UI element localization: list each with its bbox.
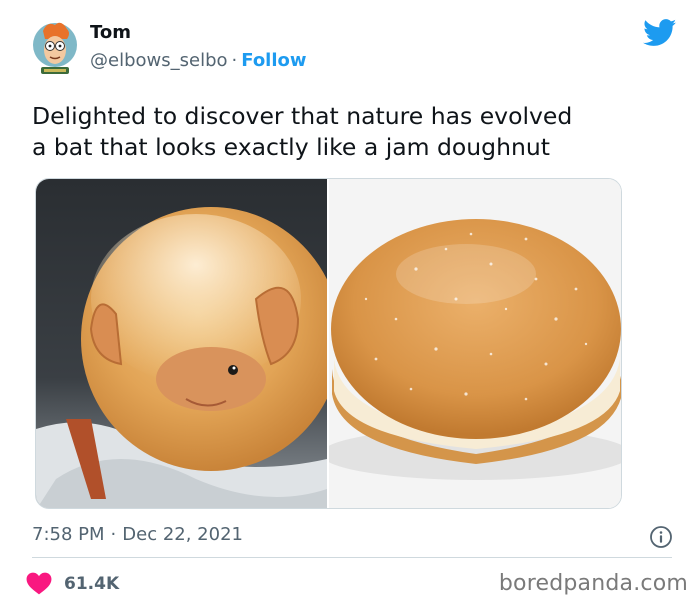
info-icon[interactable]: [649, 525, 673, 549]
author-handle-row: @elbows_selbo · Follow: [90, 50, 307, 71]
tweet-date[interactable]: Dec 22, 2021: [122, 524, 243, 545]
follow-button[interactable]: Follow: [241, 50, 306, 71]
separator-dot: ·: [110, 524, 117, 545]
tweet-text-line-1: Delighted to discover that nature has ev…: [32, 102, 573, 130]
tweet-time[interactable]: 7:58 PM: [32, 524, 105, 545]
tweet-text: Delighted to discover that nature has ev…: [32, 101, 662, 163]
bat-photo: [36, 179, 327, 508]
author-name[interactable]: Tom: [90, 22, 131, 43]
separator-dot: ·: [231, 50, 238, 71]
divider: [32, 557, 672, 558]
doughnut-photo: [329, 179, 621, 508]
heart-icon[interactable]: [26, 572, 52, 595]
twitter-bird-icon[interactable]: [643, 19, 677, 47]
tweet-text-line-2: a bat that looks exactly like a jam doug…: [32, 133, 550, 161]
tweet-timestamp: 7:58 PM · Dec 22, 2021: [32, 524, 243, 545]
like-count[interactable]: 61.4K: [64, 574, 119, 594]
avatar[interactable]: [31, 17, 79, 79]
tweet-media[interactable]: [35, 178, 622, 509]
watermark: boredpanda.com: [498, 571, 688, 596]
author-handle[interactable]: @elbows_selbo: [90, 50, 228, 71]
